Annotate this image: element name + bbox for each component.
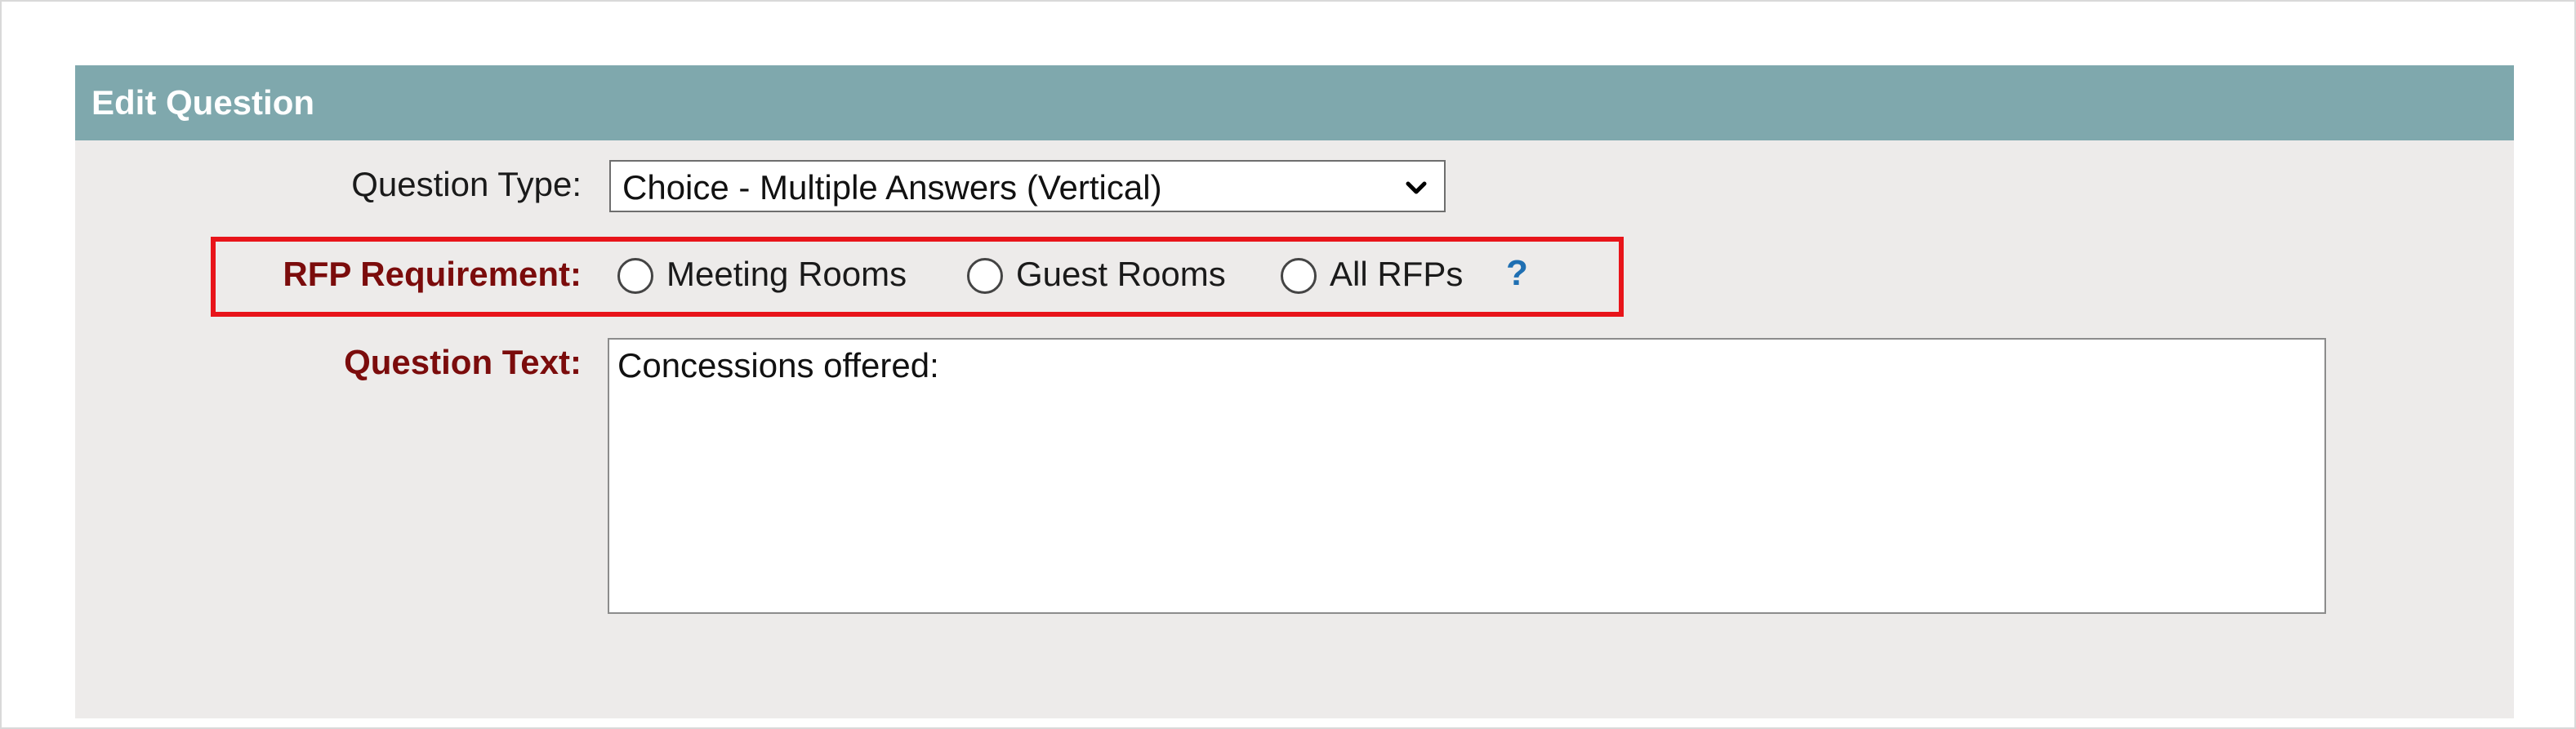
radio-label-guest-rooms[interactable]: Guest Rooms [1016, 255, 1226, 294]
radio-label-all-rfps[interactable]: All RFPs [1330, 255, 1463, 294]
chevron-down-icon [1406, 181, 1427, 194]
radio-all-rfps[interactable] [1281, 258, 1317, 294]
help-icon[interactable]: ? [1506, 253, 1528, 294]
screenshot-frame: Edit Question Question Type: Choice - Mu… [0, 0, 2576, 729]
question-text-value: Concessions offered: [617, 346, 939, 385]
panel-title: Edit Question [91, 83, 314, 122]
question-type-select[interactable]: Choice - Multiple Answers (Vertical) [609, 160, 1446, 212]
rfp-requirement-label: RFP Requirement: [283, 255, 582, 293]
panel-header: Edit Question [75, 65, 2514, 140]
question-type-selected-value: Choice - Multiple Answers (Vertical) [622, 168, 1162, 207]
question-text-label: Question Text: [344, 343, 582, 381]
edit-question-panel: Edit Question Question Type: Choice - Mu… [75, 65, 2514, 718]
question-type-label: Question Type: [351, 165, 582, 203]
radio-label-meeting-rooms[interactable]: Meeting Rooms [666, 255, 907, 294]
radio-meeting-rooms[interactable] [617, 258, 653, 294]
question-text-textarea[interactable]: Concessions offered: [608, 338, 2326, 614]
radio-guest-rooms[interactable] [967, 258, 1003, 294]
